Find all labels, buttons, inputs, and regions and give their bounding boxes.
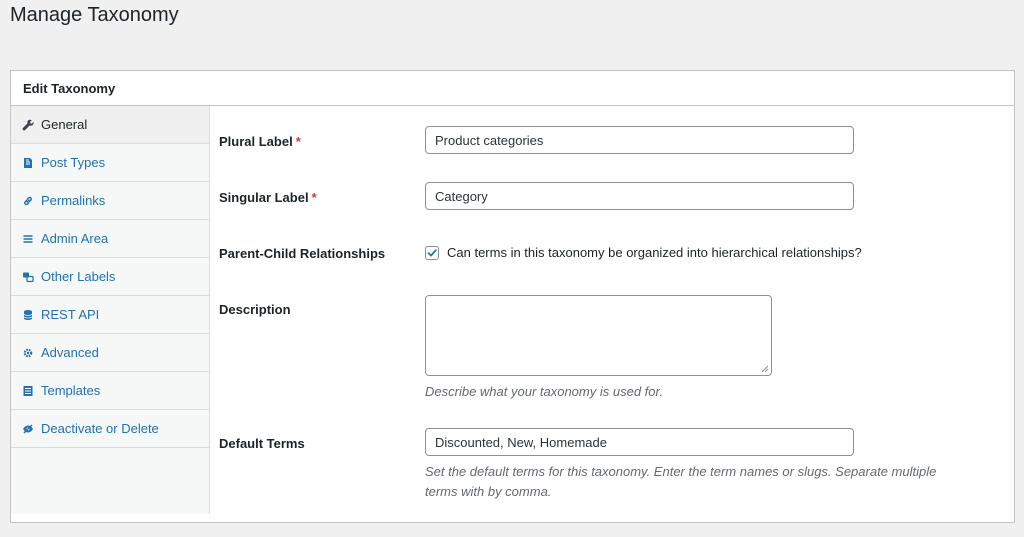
sidebar-item-label: Templates	[41, 383, 101, 398]
panel-header: Edit Taxonomy	[11, 71, 1014, 106]
sidebar-item-templates[interactable]: Templates	[11, 372, 209, 410]
hierarchical-checkbox-label[interactable]: Can terms in this taxonomy be organized …	[447, 245, 862, 260]
plural-label-label: Plural Label *	[219, 134, 301, 149]
sidebar-item-label: Permalinks	[41, 193, 106, 208]
page-title: Manage Taxonomy	[10, 4, 179, 26]
sidebar-item-post-types[interactable]: Post Types	[11, 144, 209, 182]
sidebar-item-rest-api[interactable]: REST API	[11, 296, 209, 334]
link-icon	[21, 194, 35, 208]
help-line: terms with by comma.	[425, 484, 552, 499]
singular-label-input[interactable]	[425, 182, 854, 210]
sidebar-item-label: Post Types	[41, 155, 106, 170]
sidebar-item-advanced[interactable]: Advanced	[11, 334, 209, 372]
sidebar-item-deactivate-or-delete[interactable]: Deactivate or Delete	[11, 410, 209, 448]
singular-label-label: Singular Label *	[219, 190, 317, 205]
description-textarea[interactable]	[425, 295, 772, 376]
default-terms-help-text: Set the default terms for this taxonomy.…	[425, 462, 936, 502]
sidebar-item-admin-area[interactable]: Admin Area	[11, 220, 209, 258]
hierarchical-checkbox[interactable]	[425, 245, 439, 260]
sidebar-nav: General Post Types Permalinks Admin Area…	[11, 106, 210, 514]
labels-icon	[21, 270, 35, 284]
sidebar-item-label: Deactivate or Delete	[41, 421, 159, 436]
sidebar-item-label: Other Labels	[41, 269, 116, 284]
sidebar-item-label: Admin Area	[41, 231, 109, 246]
hidden-icon	[21, 422, 35, 436]
checkmark-icon	[427, 248, 437, 256]
sidebar-item-permalinks[interactable]: Permalinks	[11, 182, 209, 220]
menu-icon	[21, 232, 35, 246]
sidebar-item-label: Advanced	[41, 345, 99, 360]
description-label: Description	[219, 302, 291, 317]
required-asterisk: *	[311, 190, 317, 205]
sidebar-item-general[interactable]: General	[11, 106, 209, 144]
resize-grip-icon[interactable]	[761, 365, 769, 373]
plural-label-input[interactable]	[425, 126, 854, 154]
required-asterisk: *	[295, 134, 301, 149]
edit-taxonomy-panel: Edit Taxonomy General Post Types Permali…	[10, 70, 1015, 523]
description-help-text: Describe what your taxonomy is used for.	[425, 384, 663, 399]
gear-icon	[21, 346, 35, 360]
post-icon	[21, 156, 35, 170]
hierarchical-checkbox-row: Can terms in this taxonomy be organized …	[425, 245, 862, 260]
sidebar-item-label: General	[41, 117, 88, 132]
default-terms-input[interactable]	[425, 428, 854, 456]
parent-child-label: Parent-Child Relationships	[219, 246, 386, 261]
database-icon	[21, 308, 35, 322]
help-line: Set the default terms for this taxonomy.…	[425, 464, 937, 479]
default-terms-label: Default Terms	[219, 436, 305, 451]
sidebar-item-other-labels[interactable]: Other Labels	[11, 258, 209, 296]
wrench-icon	[21, 118, 35, 132]
field-label: Singular Label	[219, 190, 309, 205]
template-icon	[21, 384, 35, 398]
form-area: Plural Label* Singular Label* Parent-Chi…	[219, 106, 1014, 522]
sidebar-item-label: REST API	[41, 307, 100, 322]
field-label: Plural Label	[219, 134, 293, 149]
